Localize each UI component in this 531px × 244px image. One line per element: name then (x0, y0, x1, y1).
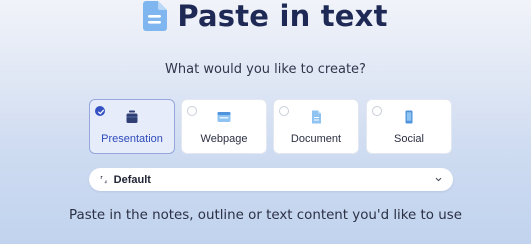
option-social[interactable]: Social (366, 99, 452, 154)
page-header: Paste in text (0, 0, 531, 38)
theme-dropdown[interactable]: ⸢⸥ Default (89, 168, 453, 191)
radio-checked[interactable] (95, 106, 105, 116)
radio-unchecked[interactable] (372, 106, 382, 116)
expand-icon: ⸢⸥ (99, 175, 108, 184)
webpage-icon (217, 112, 231, 122)
option-label: Presentation (101, 133, 163, 145)
document-icon (143, 1, 168, 31)
dropdown-value: Default (113, 173, 151, 186)
radio-unchecked[interactable] (187, 106, 197, 116)
instruction-text: Paste in the notes, outline or text cont… (69, 208, 462, 223)
document-icon (312, 110, 321, 124)
chevron-down-icon (435, 177, 442, 182)
option-label: Document (290, 133, 342, 145)
radio-unchecked[interactable] (279, 106, 289, 116)
presentation-icon (126, 110, 138, 123)
check-icon (98, 109, 104, 115)
page-title: Paste in text (177, 0, 388, 33)
subtitle: What would you like to create? (165, 62, 366, 77)
option-document[interactable]: Document (273, 99, 359, 154)
option-webpage[interactable]: Webpage (181, 99, 267, 154)
option-label: Social (394, 133, 424, 145)
option-label: Webpage (200, 133, 248, 145)
option-presentation[interactable]: Presentation (89, 99, 175, 154)
social-icon (405, 110, 413, 124)
format-options: Presentation Webpage Document Social (89, 99, 452, 156)
